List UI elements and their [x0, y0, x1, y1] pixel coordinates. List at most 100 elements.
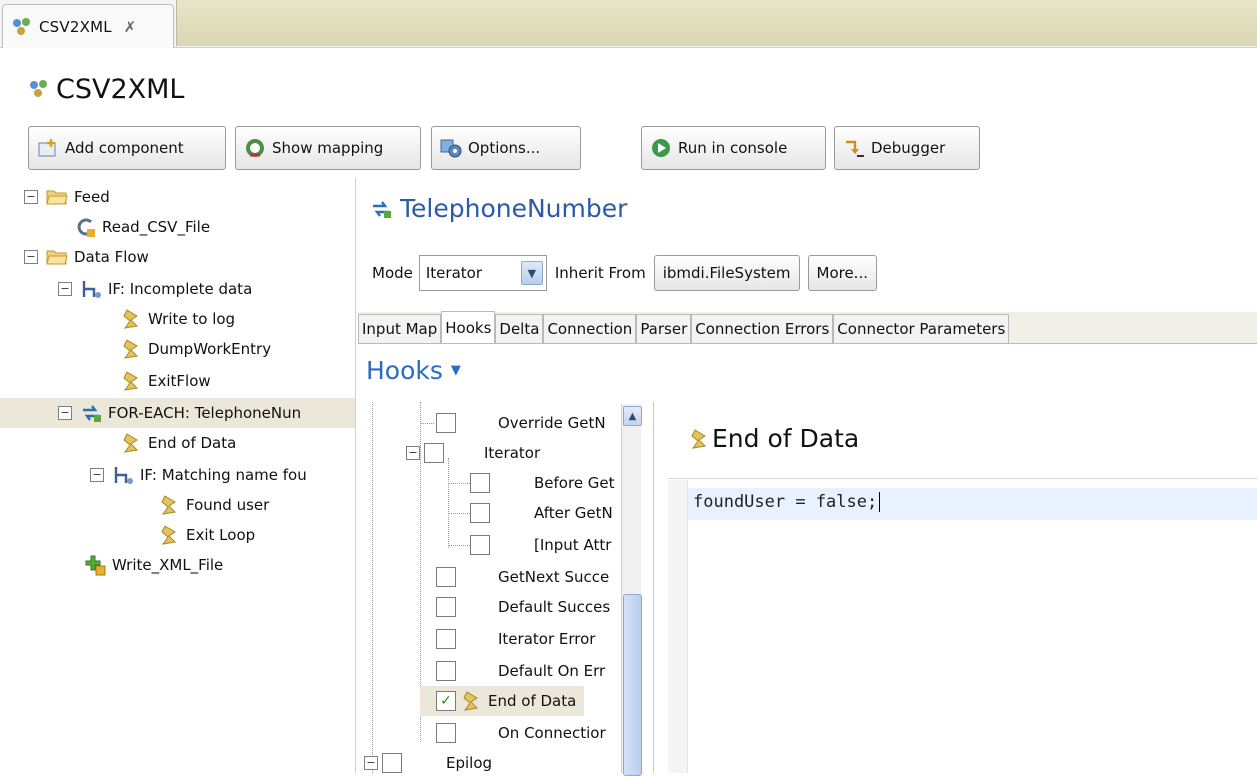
tree-node-found-user[interactable]: Found user	[158, 490, 269, 520]
tree-label: FOR-EACH: TelephoneNun	[108, 404, 302, 422]
hooks-scrollbar[interactable]: ▲	[621, 404, 642, 776]
tab-label: Input Map	[362, 320, 438, 338]
editor-tab-csv2xml[interactable]: CSV2XML ✗	[2, 4, 174, 48]
close-icon[interactable]: ✗	[124, 18, 137, 36]
hook-end-of-data[interactable]: ✓ End of Data	[420, 686, 585, 716]
collapse-toggle-icon[interactable]: −	[58, 406, 72, 420]
hook-before-getnext[interactable]: Before Get	[448, 468, 615, 498]
hook-default-success[interactable]: Default Succes	[420, 592, 610, 622]
scrollbar-thumb[interactable]	[623, 594, 642, 776]
hook-checkbox[interactable]	[436, 567, 456, 587]
collapse-toggle-icon[interactable]: −	[406, 446, 420, 460]
folder-icon	[46, 246, 68, 268]
tab-parser[interactable]: Parser	[636, 314, 692, 343]
tree-node-if-matching-name[interactable]: − IF: Matching name fou	[90, 460, 307, 490]
tree-label: IF: Matching name fou	[140, 466, 307, 484]
tree-node-read-csv-file[interactable]: Read_CSV_File	[74, 212, 210, 242]
tree-node-write-xml-file[interactable]: Write_XML_File	[84, 550, 223, 580]
tree-node-foreach-telephonenumber[interactable]: − FOR-EACH: TelephoneNun	[58, 398, 301, 428]
hook-checkbox[interactable]	[470, 535, 490, 555]
hook-checkbox[interactable]	[382, 753, 402, 773]
add-component-icon	[37, 137, 59, 159]
hook-iterator-error[interactable]: Iterator Error	[420, 624, 595, 654]
tree-label: Found user	[186, 496, 270, 514]
hook-after-getnext[interactable]: After GetN	[448, 498, 613, 528]
run-in-console-label: Run in console	[678, 139, 788, 157]
inherit-from-value: ibmdi.FileSystem	[662, 264, 791, 282]
tab-input-map[interactable]: Input Map	[358, 314, 442, 343]
hook-checkbox[interactable]	[436, 413, 456, 433]
hook-label: GetNext Succe	[498, 568, 610, 586]
hook-checkbox[interactable]	[436, 661, 456, 681]
code-line[interactable]: foundUser = false;	[693, 492, 877, 512]
tree-node-data-flow[interactable]: − Data Flow	[24, 242, 149, 272]
hook-checkbox[interactable]	[436, 629, 456, 649]
collapse-toggle-icon[interactable]: −	[24, 250, 38, 264]
hook-label: Before Get	[534, 474, 615, 492]
hook-checkbox[interactable]	[436, 723, 456, 743]
tree-node-write-to-log[interactable]: Write to log	[120, 304, 235, 334]
hook-checkbox-checked[interactable]: ✓	[436, 691, 456, 711]
hook-checkbox[interactable]	[436, 597, 456, 617]
debugger-icon	[843, 137, 865, 159]
tab-hooks[interactable]: Hooks	[441, 311, 496, 343]
inherit-from-button[interactable]: ibmdi.FileSystem	[653, 255, 800, 291]
hook-default-on-error[interactable]: Default On Err	[420, 656, 605, 686]
editor-divider	[668, 478, 1257, 479]
config-tabs: Input Map Hooks Delta Connection Parser …	[358, 311, 1257, 344]
hook-label: Iterator Error	[498, 630, 596, 648]
add-component-button[interactable]: Add component	[28, 126, 226, 170]
tree-node-if-incomplete[interactable]: − IF: Incomplete data	[58, 274, 252, 304]
options-label: Options...	[468, 139, 541, 157]
hooks-title[interactable]: Hooks ▼	[366, 356, 461, 385]
tab-label: Connection Errors	[695, 320, 830, 338]
add-component-label: Add component	[65, 139, 184, 157]
tab-connection[interactable]: Connection	[543, 314, 637, 343]
collapse-toggle-icon[interactable]: −	[24, 190, 38, 204]
tree-node-exitflow[interactable]: ExitFlow	[120, 366, 211, 396]
scroll-up-icon[interactable]: ▲	[623, 406, 642, 426]
mode-value: Iterator	[425, 264, 482, 282]
hook-checkbox[interactable]	[424, 443, 444, 463]
tab-delta[interactable]: Delta	[495, 314, 544, 343]
mode-select[interactable]: Iterator ▼	[418, 255, 547, 291]
tree-node-exit-loop[interactable]: Exit Loop	[158, 520, 255, 550]
hook-input-attr[interactable]: [Input Attr	[448, 530, 611, 560]
tab-connector-parameters[interactable]: Connector Parameters	[833, 314, 1010, 343]
script-editor[interactable]: foundUser = false;	[693, 492, 881, 512]
hook-checkbox[interactable]	[470, 473, 490, 493]
hook-checkbox[interactable]	[470, 503, 490, 523]
collapse-toggle-icon[interactable]: −	[364, 756, 378, 770]
collapse-toggle-icon[interactable]: −	[58, 282, 72, 296]
debugger-label: Debugger	[871, 139, 946, 157]
chevron-down-icon[interactable]: ▼	[520, 261, 543, 285]
hook-on-connection[interactable]: On Connectior	[420, 718, 606, 748]
tree-label: Exit Loop	[186, 526, 256, 544]
options-button[interactable]: Options...	[431, 126, 581, 170]
editor-tab-strip	[0, 0, 1257, 48]
tree-guide-line	[448, 483, 470, 484]
hook-override-getnext[interactable]: Override GetN	[420, 408, 606, 438]
more-button[interactable]: More...	[807, 255, 877, 291]
run-in-console-button[interactable]: Run in console	[641, 126, 826, 170]
chevron-down-icon[interactable]: ▼	[451, 363, 461, 378]
tree-guide-line	[448, 545, 470, 546]
hook-label: Epilog	[446, 754, 493, 772]
page-title-text: CSV2XML	[56, 73, 185, 105]
tab-connection-errors[interactable]: Connection Errors	[691, 314, 834, 343]
hook-label: Default On Err	[498, 662, 606, 680]
collapse-toggle-icon[interactable]: −	[90, 468, 104, 482]
hook-getnext-successful[interactable]: GetNext Succe	[420, 562, 609, 592]
hooks-tree: Override GetN − Iterator Before Get Afte…	[358, 402, 654, 773]
tree-guide-line	[372, 402, 373, 773]
text-caret	[879, 492, 881, 512]
tree-node-feed[interactable]: − Feed	[24, 182, 110, 212]
hooks-title-text: Hooks	[366, 356, 443, 385]
show-mapping-button[interactable]: Show mapping	[235, 126, 421, 170]
debugger-button[interactable]: Debugger	[834, 126, 980, 170]
hook-iterator[interactable]: − Iterator	[406, 438, 540, 468]
hook-epilog[interactable]: − Epilog	[364, 748, 492, 773]
tree-node-dumpworkentry[interactable]: DumpWorkEntry	[120, 334, 271, 364]
tree-label: Write_XML_File	[112, 556, 224, 574]
tree-node-end-of-data[interactable]: End of Data	[120, 428, 236, 458]
